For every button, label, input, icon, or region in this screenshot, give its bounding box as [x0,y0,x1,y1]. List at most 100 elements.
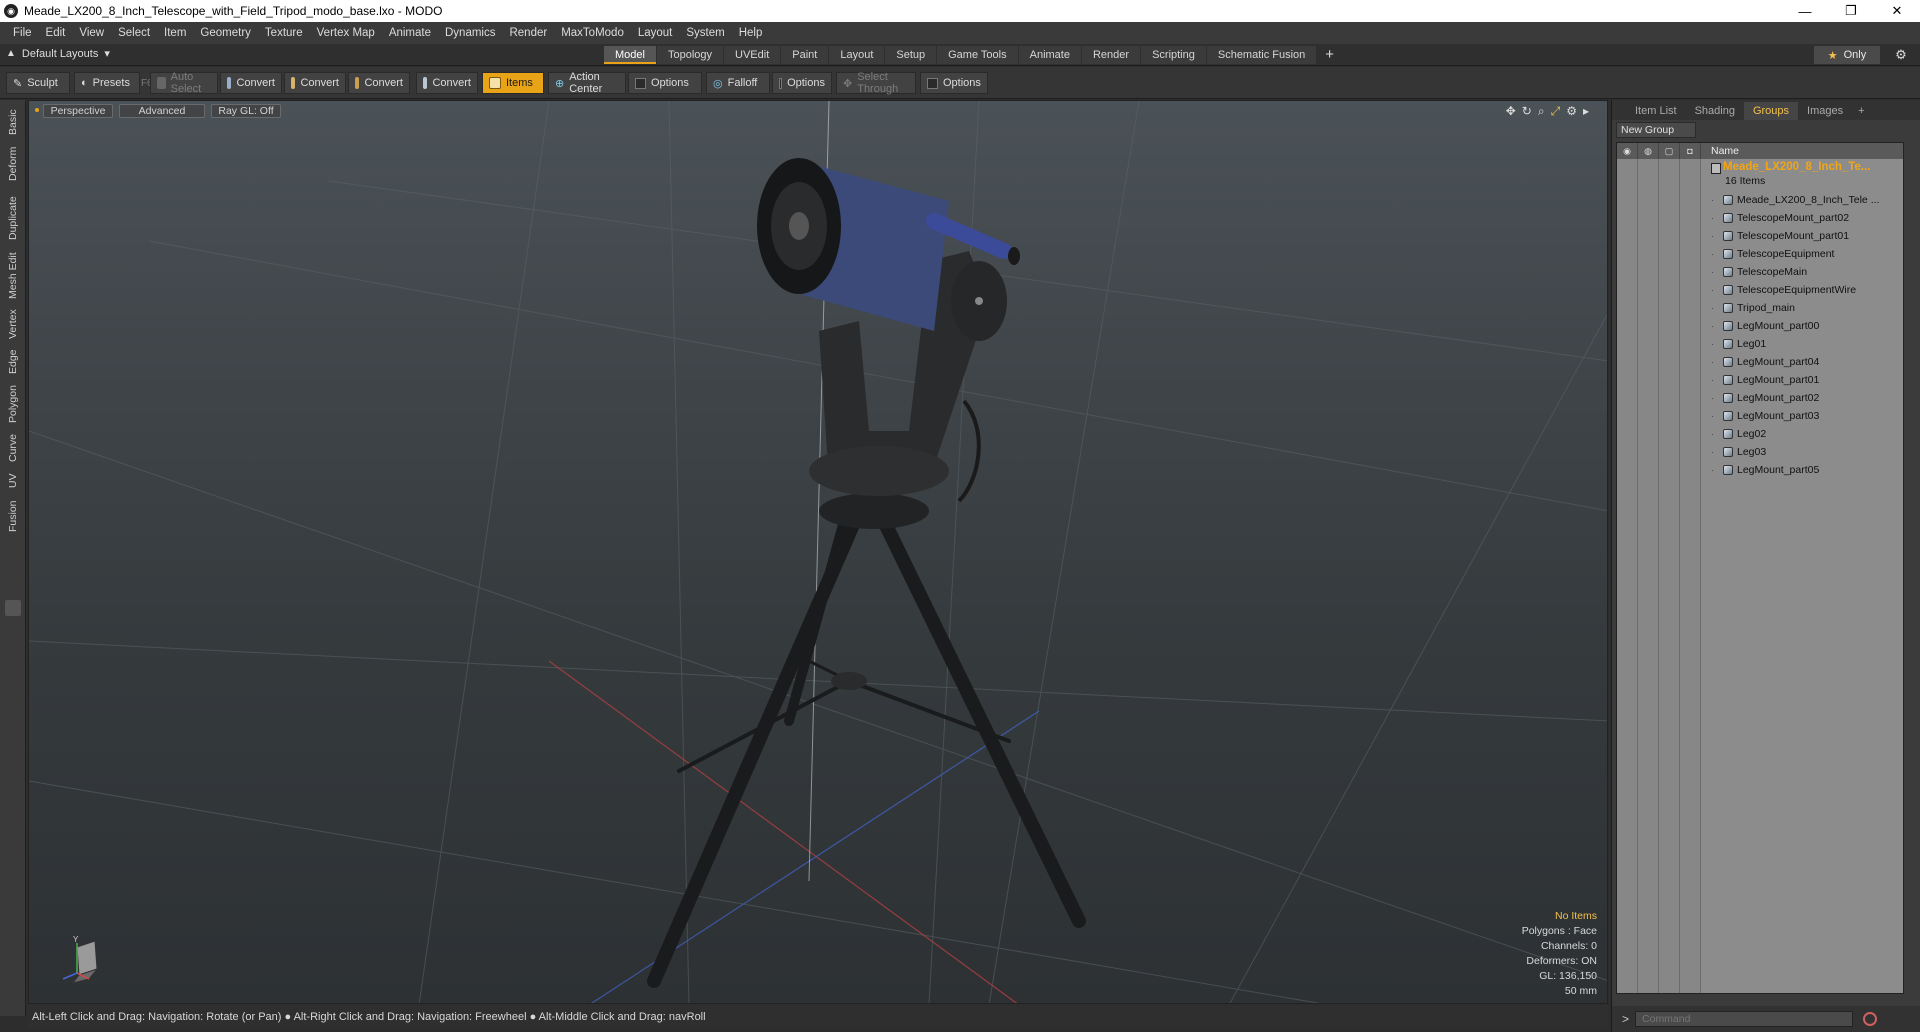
groups-list[interactable]: ◉ ◍ ▢ ◘ Name Meade_LX200_8_Inch_Te... 16… [1616,142,1904,994]
menu-maxtomodo[interactable]: MaxToModo [554,27,631,39]
tab-uvedit[interactable]: UVEdit [724,46,781,64]
items-mode-button[interactable]: Items [482,72,544,94]
menu-geometry[interactable]: Geometry [193,27,258,39]
only-toggle-button[interactable]: ★ Only [1814,46,1880,64]
options-checkbox[interactable] [779,77,783,89]
raygl-toggle[interactable]: Ray GL: Off [211,104,281,118]
auto-select-button[interactable]: Auto Select [150,71,218,95]
list-item[interactable]: · Meade_LX200_8_Inch_Tele ... [1701,191,1903,209]
palette-toggle-button[interactable] [5,600,21,616]
list-item[interactable]: · LegMount_part03 [1701,407,1903,425]
palette-tab-duplicate[interactable]: Duplicate [4,190,22,246]
list-item[interactable]: · TelescopeMount_part02 [1701,209,1903,227]
menu-edit[interactable]: Edit [39,27,73,39]
new-group-button[interactable]: New Group [1616,122,1696,138]
list-item[interactable]: · LegMount_part05 [1701,461,1903,479]
add-panel-tab-button[interactable]: + [1852,102,1870,120]
menu-view[interactable]: View [72,27,111,39]
tab-images[interactable]: Images [1798,102,1852,120]
palette-tab-fusion[interactable]: Fusion [4,496,22,536]
settings-gear-icon[interactable]: ⚙ [1566,104,1577,119]
tab-topology[interactable]: Topology [656,46,724,64]
menu-layout[interactable]: Layout [631,27,680,39]
tab-setup[interactable]: Setup [885,46,937,64]
tab-paint[interactable]: Paint [781,46,829,64]
tab-scripting[interactable]: Scripting [1141,46,1206,64]
viewport-menu-dot[interactable] [35,108,39,112]
tab-layout[interactable]: Layout [829,46,885,64]
perspective-dropdown[interactable]: Perspective [43,104,113,118]
options-checkbox[interactable] [635,77,646,89]
convert-edges-button[interactable]: Convert [284,72,346,94]
menu-texture[interactable]: Texture [258,27,310,39]
falloff-options-button[interactable]: Options [772,72,832,94]
render-icon[interactable]: ◍ [1638,143,1659,159]
menu-item[interactable]: Item [157,27,193,39]
3d-viewport[interactable]: Perspective Advanced Ray GL: Off ✥ ↻ ⌕ ⤢… [28,100,1608,1004]
list-item[interactable]: · Tripod_main [1701,299,1903,317]
shading-dropdown[interactable]: Advanced [119,104,205,118]
tab-item-list[interactable]: Item List [1626,102,1686,120]
move-view-icon[interactable]: ✥ [1506,104,1516,119]
list-item[interactable]: · LegMount_part04 [1701,353,1903,371]
tab-animate[interactable]: Animate [1018,46,1081,64]
palette-tab-polygon[interactable]: Polygon [4,382,22,426]
action-center-button[interactable]: ⊕ Action Center [548,71,626,95]
palette-tab-edge[interactable]: Edge [4,346,22,378]
default-layouts-dropdown[interactable]: ▲ Default Layouts ▾ [6,47,110,61]
menu-select[interactable]: Select [111,27,157,39]
eye-icon[interactable]: ◉ [1617,143,1638,159]
list-item[interactable]: · Leg02 [1701,425,1903,443]
menu-file[interactable]: File [6,27,39,39]
list-item[interactable]: · TelescopeMount_part01 [1701,227,1903,245]
sculpt-button[interactable]: ✎ Sculpt [6,72,70,94]
zoom-view-icon[interactable]: ⌕ [1538,104,1545,119]
convert-items-button[interactable]: Convert [416,72,478,94]
tab-render[interactable]: Render [1081,46,1141,64]
list-item[interactable]: · Leg01 [1701,335,1903,353]
gear-icon[interactable]: ⚙ [1892,46,1910,64]
rotate-view-icon[interactable]: ↻ [1522,104,1532,119]
list-item[interactable]: · LegMount_part01 [1701,371,1903,389]
list-item[interactable]: · TelescopeMain [1701,263,1903,281]
group-row[interactable]: Meade_LX200_8_Inch_Te... 16 Items [1701,161,1903,189]
list-item[interactable]: · TelescopeEquipment [1701,245,1903,263]
palette-tab-vertex[interactable]: Vertex [4,306,22,342]
select-through-options-button[interactable]: Options [920,72,988,94]
list-item[interactable]: · LegMount_part02 [1701,389,1903,407]
palette-tab-mesh-edit[interactable]: Mesh Edit [4,250,22,302]
tab-shading[interactable]: Shading [1686,102,1744,120]
menu-system[interactable]: System [679,27,731,39]
add-tab-button[interactable]: + [1317,46,1342,64]
lock-icon[interactable]: ▢ [1659,143,1680,159]
select-through-button[interactable]: ✥ Select Through [836,71,916,95]
tab-model[interactable]: Model [604,46,656,64]
command-input[interactable] [1635,1011,1854,1027]
minimize-button[interactable]: — [1782,0,1828,22]
maximize-button[interactable]: ❐ [1828,0,1874,22]
palette-tab-uv[interactable]: UV [4,470,22,492]
list-item[interactable]: · TelescopeEquipmentWire [1701,281,1903,299]
palette-tab-basic[interactable]: Basic [4,106,22,138]
presets-button[interactable]: ◐ Presets F6 [74,72,153,94]
palette-tab-curve[interactable]: Curve [4,430,22,466]
name-column-header[interactable]: Name [1701,145,1739,157]
convert-vertices-button[interactable]: Convert [220,72,282,94]
options-checkbox[interactable] [927,77,938,89]
palette-tab-deform[interactable]: Deform [4,142,22,186]
maximize-view-icon[interactable]: ⤢ [1551,104,1561,119]
select-icon[interactable]: ◘ [1680,143,1701,159]
falloff-button[interactable]: ◎ Falloff [706,72,770,94]
tab-schematic-fusion[interactable]: Schematic Fusion [1206,46,1317,64]
menu-dynamics[interactable]: Dynamics [438,27,502,39]
menu-vertex-map[interactable]: Vertex Map [310,27,382,39]
action-center-options-button[interactable]: Options [628,72,702,94]
tab-groups[interactable]: Groups [1743,102,1799,120]
list-item[interactable]: · Leg03 [1701,443,1903,461]
convert-polygons-button[interactable]: Convert [348,72,410,94]
menu-help[interactable]: Help [732,27,770,39]
expand-arrow-icon[interactable]: ▸ [1583,104,1589,119]
close-button[interactable]: ✕ [1874,0,1920,22]
groups-scrollbar[interactable] [1906,142,1918,994]
tab-game-tools[interactable]: Game Tools [937,46,1018,64]
